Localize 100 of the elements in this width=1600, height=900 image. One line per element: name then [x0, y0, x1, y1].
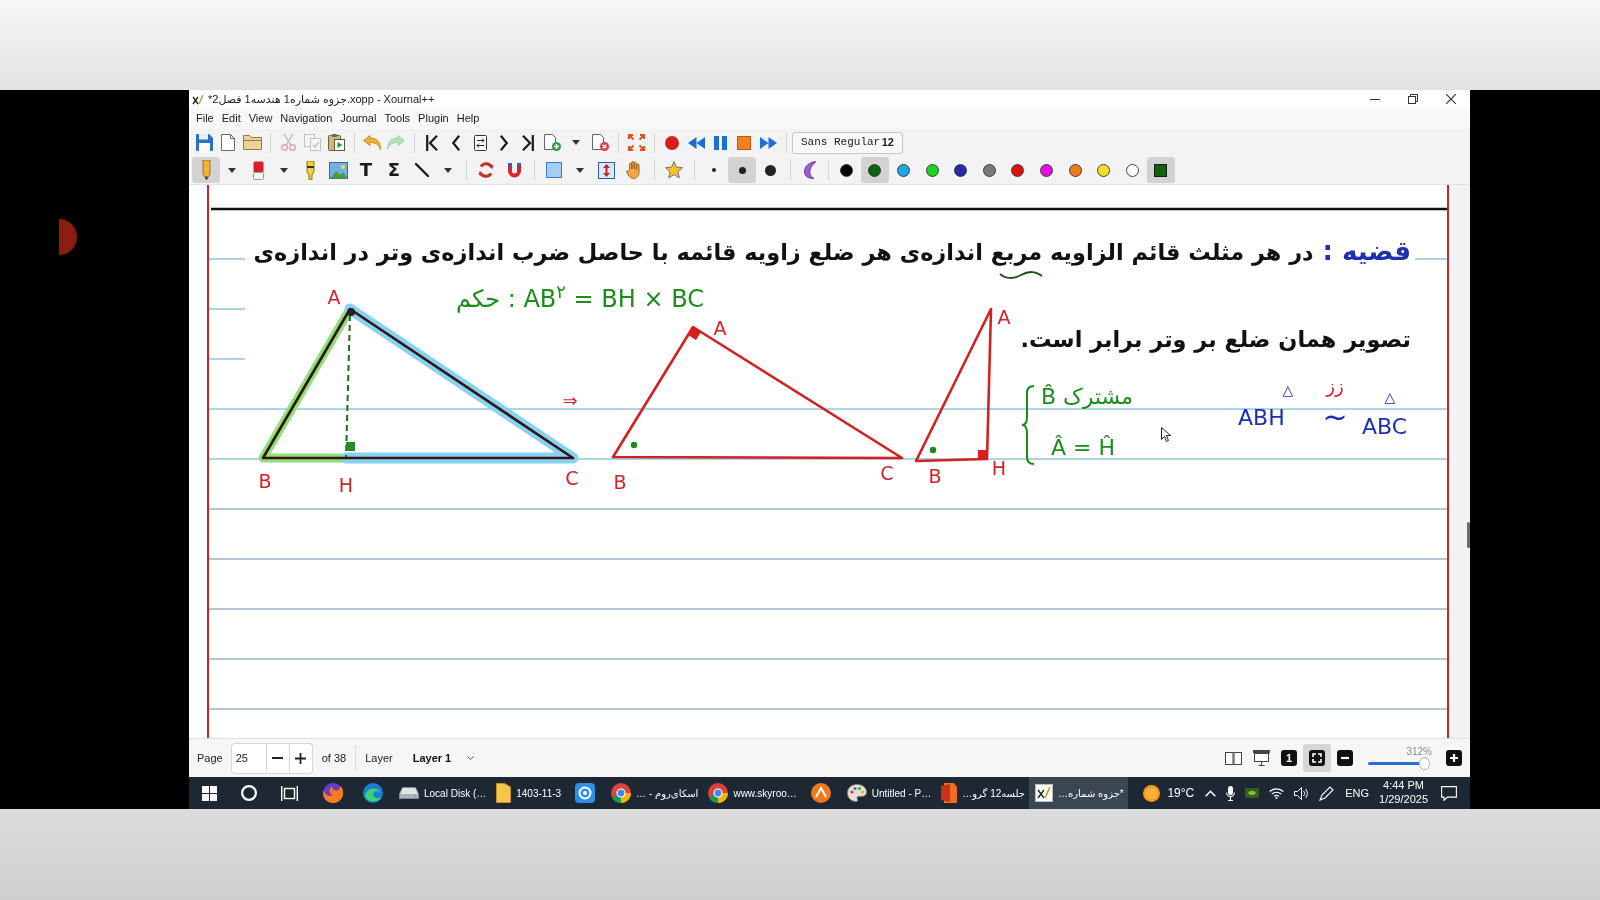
wifi-icon[interactable]: [1269, 787, 1285, 799]
plus-icon: [1446, 750, 1462, 766]
fullscreen-icon: [627, 134, 645, 151]
task-view-icon: [280, 785, 298, 801]
bar-chevron-left-icon: [426, 134, 438, 151]
dot-icon: [764, 164, 776, 176]
taskbar-button[interactable]: www.skyroo…: [702, 777, 801, 809]
menu-item[interactable]: Navigation: [276, 111, 337, 126]
page-plus-icon: [543, 134, 561, 151]
eraser-icon: [252, 160, 264, 180]
scrollbar-thumb[interactable]: [1467, 522, 1470, 548]
layer-dropdown[interactable]: Layer 1: [408, 749, 479, 767]
rewind-icon: [687, 136, 705, 149]
record-icon: [665, 135, 679, 150]
page-count: of 38: [321, 750, 347, 766]
pen-size-button[interactable]: [728, 157, 756, 183]
vertical-scrollbar[interactable]: [1449, 185, 1470, 738]
theorem-label: قضیه :: [1322, 235, 1411, 268]
diagonal-line-icon: [415, 163, 429, 177]
taskbar-button[interactable]: Untitled - P…: [840, 777, 936, 809]
point-label: A: [997, 307, 1011, 327]
chip-icon[interactable]: [1245, 788, 1260, 798]
page-up-button[interactable]: [289, 742, 313, 774]
image-icon: [328, 161, 348, 179]
actual-size-button[interactable]: 1: [1275, 744, 1303, 772]
color-button[interactable]: [1146, 157, 1176, 183]
dot-icon: [738, 166, 746, 174]
hand-icon: [626, 161, 642, 179]
selection-square-icon: [546, 162, 562, 178]
taskbar-button[interactable]: جلسه12 گرو…: [935, 777, 1030, 809]
fit-page-button[interactable]: [1303, 744, 1331, 772]
volume-icon[interactable]: [1294, 786, 1310, 800]
notification-icon[interactable]: [1441, 785, 1457, 801]
weather-button[interactable]: 19°C: [1137, 784, 1201, 802]
vertical-arrows-icon: [597, 161, 615, 179]
taskbar-button[interactable]: Local Disk (…: [393, 777, 491, 809]
minus-icon: [272, 757, 284, 759]
triangle-symbol: △: [1282, 383, 1294, 397]
math-tool-button[interactable]: Σ: [380, 157, 408, 183]
curly-brace-icon: [1021, 385, 1035, 465]
browser-icon: [611, 783, 632, 803]
menu-item[interactable]: Tools: [380, 111, 415, 126]
point-label: B: [258, 471, 272, 491]
point-label: H: [991, 458, 1007, 478]
menu-item[interactable]: Plugin: [414, 111, 453, 126]
magnet-icon: [507, 162, 521, 178]
stop-icon: [737, 135, 751, 150]
microphone-icon[interactable]: [1226, 785, 1236, 801]
taskbar-button[interactable]: اسکای‌روم - …: [605, 777, 703, 809]
taskbar-button[interactable]: 1403-11-3: [490, 777, 566, 809]
undo-icon: [363, 135, 381, 150]
text-tool-button[interactable]: T: [352, 157, 380, 183]
language-button[interactable]: ENG: [1339, 784, 1376, 802]
caret-down-icon: [576, 167, 584, 173]
browser-icon: [323, 783, 343, 803]
stylus-icon[interactable]: [1319, 785, 1335, 801]
page-field[interactable]: 25: [230, 742, 267, 774]
font-button[interactable]: Sans Regular 12: [792, 131, 903, 154]
point-label: B: [613, 472, 627, 492]
page-down-button[interactable]: [266, 742, 290, 774]
window-title: *جزوه شماره1 هندسه1 فصل2.xopp - Xournal++: [208, 91, 435, 108]
zoom-level: 312%: [1406, 746, 1432, 757]
chevron-bar-right-icon: [522, 134, 534, 151]
point-label: A: [713, 318, 727, 338]
app-tile-icon: [575, 783, 596, 803]
palette-icon: [846, 784, 867, 802]
redo-icon: [387, 135, 405, 150]
menu-item[interactable]: Help: [452, 111, 484, 126]
close-icon: [1446, 94, 1456, 104]
point-label: H: [338, 475, 354, 495]
menu-item[interactable]: View: [244, 111, 277, 126]
menu-item[interactable]: Journal: [336, 111, 381, 126]
page-label: Page: [197, 750, 223, 766]
folder-icon: [496, 783, 512, 803]
scissors-icon: [280, 134, 296, 151]
crescent-icon: [803, 161, 817, 179]
drive-icon: [399, 787, 419, 799]
implies-arrow: ⇒: [562, 392, 578, 410]
slider-thumb[interactable]: [1418, 756, 1430, 770]
handwritten-note: زز: [1326, 378, 1344, 396]
blank-page-icon: [221, 134, 235, 151]
point-label: B: [928, 466, 942, 486]
plus-icon: [295, 752, 307, 764]
pause-icon: [713, 135, 727, 150]
clock-date: 1/29/2025: [1379, 793, 1428, 807]
chevron-up-icon[interactable]: [1205, 789, 1217, 797]
ring-icon: [241, 785, 257, 801]
theorem-text: تصویر همان ضلع بر وتر برابر است.: [1020, 325, 1411, 355]
taskbar-button[interactable]: *جزوه شماره…: [1029, 777, 1128, 809]
handwritten-formula: ABC: [1362, 415, 1408, 440]
menu-item[interactable]: File: [192, 111, 218, 126]
pencil-icon: [201, 160, 211, 180]
dot-icon: [712, 168, 716, 172]
browser-icon: [708, 783, 729, 803]
point-label: C: [880, 463, 894, 483]
underline-stroke: [999, 271, 1043, 279]
color-button[interactable]: [860, 157, 890, 183]
menu-item[interactable]: Edit: [217, 111, 245, 126]
projector-screen-icon: [1252, 750, 1270, 766]
app-circle-icon: [810, 783, 831, 803]
